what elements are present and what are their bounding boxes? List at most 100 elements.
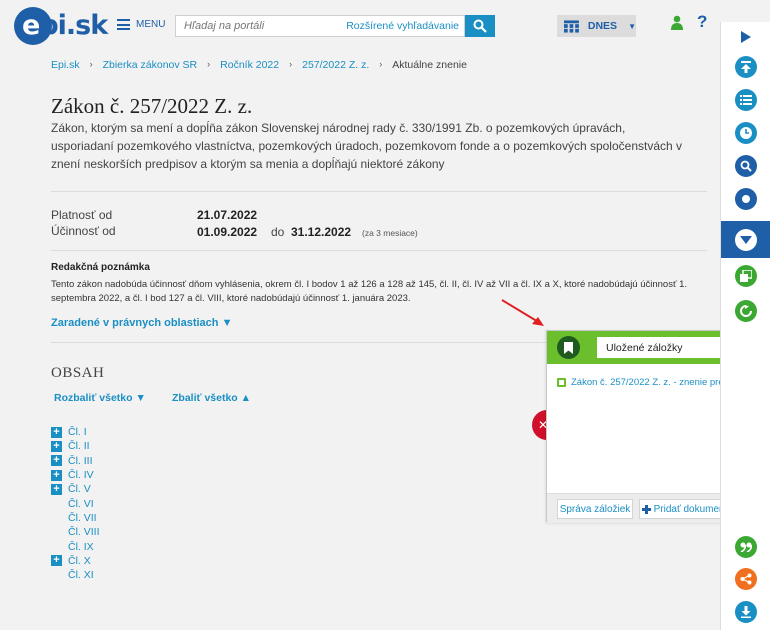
share-icon — [735, 567, 757, 590]
refresh-icon — [735, 299, 757, 322]
toc-heading: OBSAH — [51, 365, 105, 381]
toc-item-label[interactable]: Čl. VIII — [68, 526, 100, 538]
page-subtitle: Zákon, ktorým sa mení a dopĺňa zákon Slo… — [51, 121, 683, 171]
plus-icon[interactable]: + — [51, 426, 62, 438]
toc-item[interactable]: Čl. IX — [51, 539, 100, 553]
toc-item-label[interactable]: Čl. I — [68, 426, 87, 438]
quote-icon — [735, 535, 757, 558]
add-document-label: Pridať dokument — [653, 503, 728, 515]
advanced-search-link[interactable]: Rozšírené vyhľadávanie — [346, 20, 459, 32]
toc-list: + Čl. I + Čl. II + Čl. III + Čl. IV + Čl. V Č… — [51, 425, 100, 582]
epi-logo[interactable]: epi.sk — [14, 7, 108, 45]
chevron-down-icon: ▼ — [628, 21, 636, 31]
toc-item-label[interactable]: Čl. VII — [68, 512, 97, 524]
ucinnost-note: (za 3 mesiace) — [362, 228, 418, 238]
toolbar-quote-button[interactable] — [721, 530, 770, 563]
search-box: Rozšírené vyhľadávanie — [175, 15, 465, 37]
editor-note-text: Tento zákon nadobúda účinnosť dňom vyhlá… — [51, 279, 688, 304]
legal-areas-toggle[interactable]: Zaradené v právnych oblastiach ▼ — [51, 317, 232, 329]
toolbar-history-button[interactable] — [721, 116, 770, 149]
platnost-label: Platnosť od — [51, 208, 113, 222]
toc-item-label[interactable]: Čl. III — [68, 455, 93, 467]
ucinnost-do: do — [271, 225, 285, 239]
plus-icon[interactable]: + — [51, 469, 62, 481]
right-toolbar — [720, 22, 770, 630]
search-icon — [473, 19, 487, 33]
breadcrumb-item[interactable]: Epi.sk — [51, 59, 80, 71]
download-icon — [735, 600, 757, 623]
toc-item[interactable]: + Čl. V — [51, 482, 100, 496]
collapse-all-button[interactable]: Zbaliť všetko ▲ — [172, 392, 251, 404]
editor-note-title: Redakčná poznámka — [51, 262, 150, 273]
toc-item-label[interactable]: Čl. VI — [68, 498, 94, 510]
user-icon[interactable] — [671, 15, 683, 35]
page-title: Zákon č. 257/2022 Z. z. — [51, 94, 253, 118]
toc-item[interactable]: + Čl. IV — [51, 468, 100, 482]
plus-icon[interactable]: + — [51, 440, 62, 452]
toolbar-compare-button[interactable] — [721, 294, 770, 327]
toc-item[interactable]: + Čl. I — [51, 425, 100, 439]
platnost-value: 21.07.2022 — [197, 208, 258, 222]
help-icon[interactable]: ? — [697, 12, 707, 32]
toc-item-label[interactable]: Čl. V — [68, 483, 91, 495]
toolbar-top-button[interactable] — [721, 50, 770, 83]
divider — [51, 250, 707, 251]
chevron-right-icon: › — [207, 59, 211, 69]
hamburger-icon — [117, 19, 130, 30]
calendar-grid-icon — [564, 19, 579, 33]
add-document-button[interactable]: Pridať dokument — [639, 499, 730, 519]
toc-item-label[interactable]: Čl. XI — [68, 569, 94, 581]
breadcrumb: Epi.sk › Zbierka zákonov SR › Ročník 202… — [51, 59, 467, 71]
date-label: DNES — [587, 20, 618, 32]
plus-icon — [641, 504, 651, 514]
list-icon — [735, 88, 757, 111]
manage-bookmarks-button[interactable]: Správa záložiek — [557, 499, 633, 519]
bookmarks-select-value: Uložené záložky — [606, 341, 683, 354]
toc-item-label[interactable]: Čl. X — [68, 555, 91, 567]
toc-item[interactable]: + Čl. III — [51, 454, 100, 468]
copy-icon — [735, 264, 757, 287]
toolbar-expand-button[interactable] — [721, 24, 770, 50]
date-dropdown[interactable]: DNES ▼ — [557, 15, 636, 37]
toolbar-bookmarks-button[interactable] — [721, 221, 770, 258]
breadcrumb-item[interactable]: Zbierka zákonov SR — [103, 59, 198, 71]
toc-item[interactable]: Čl. VI — [51, 496, 100, 510]
breadcrumb-item[interactable]: 257/2022 Z. z. — [302, 59, 369, 71]
clock-icon — [735, 121, 757, 144]
bookmark-icon — [557, 336, 580, 359]
dot-circle-icon — [735, 187, 757, 210]
toolbar-search-button[interactable] — [721, 149, 770, 182]
ucinnost-to: 31.12.2022 — [291, 225, 352, 239]
search-input[interactable] — [176, 16, 356, 36]
menu-button[interactable]: MENU — [117, 19, 165, 30]
toolbar-list-button[interactable] — [721, 83, 770, 116]
toc-item-label[interactable]: Čl. IV — [68, 469, 94, 481]
breadcrumb-current: Aktuálne znenie — [392, 59, 467, 71]
divider — [51, 191, 707, 192]
expand-all-button[interactable]: Rozbaliť všetko ▼ — [54, 392, 146, 404]
plus-icon[interactable]: + — [51, 483, 62, 495]
ucinnost-label: Účinnosť od — [51, 224, 116, 238]
toc-item-label[interactable]: Čl. II — [68, 440, 90, 452]
toc-item[interactable]: + Čl. II — [51, 439, 100, 453]
toc-item[interactable]: + Čl. X — [51, 554, 100, 568]
ucinnost-from: 01.09.2022 — [197, 225, 258, 239]
toc-item-label[interactable]: Čl. IX — [68, 541, 94, 553]
header: epi.sk MENU Rozšírené vyhľadávanie DNES … — [0, 0, 720, 52]
breadcrumb-item[interactable]: Ročník 2022 — [220, 59, 279, 71]
toc-item[interactable]: Čl. XI — [51, 568, 100, 582]
toc-item[interactable]: Čl. VII — [51, 511, 100, 525]
annotation-arrow-icon — [501, 299, 544, 326]
toolbar-copy-button[interactable] — [721, 259, 770, 292]
chevron-right-icon: › — [379, 59, 383, 69]
chevron-right-icon: › — [289, 59, 293, 69]
toolbar-download-button[interactable] — [721, 595, 770, 628]
toolbar-share-button[interactable] — [721, 562, 770, 595]
chevron-down-circle-icon — [735, 228, 757, 251]
toolbar-record-button[interactable] — [721, 182, 770, 215]
toc-item[interactable]: Čl. VIII — [51, 525, 100, 539]
bookmark-item[interactable]: Zákon č. 257/2022 Z. z. - znenie predpis… — [557, 377, 747, 388]
plus-icon[interactable]: + — [51, 555, 62, 567]
plus-icon[interactable]: + — [51, 455, 62, 467]
search-button[interactable] — [465, 15, 495, 37]
